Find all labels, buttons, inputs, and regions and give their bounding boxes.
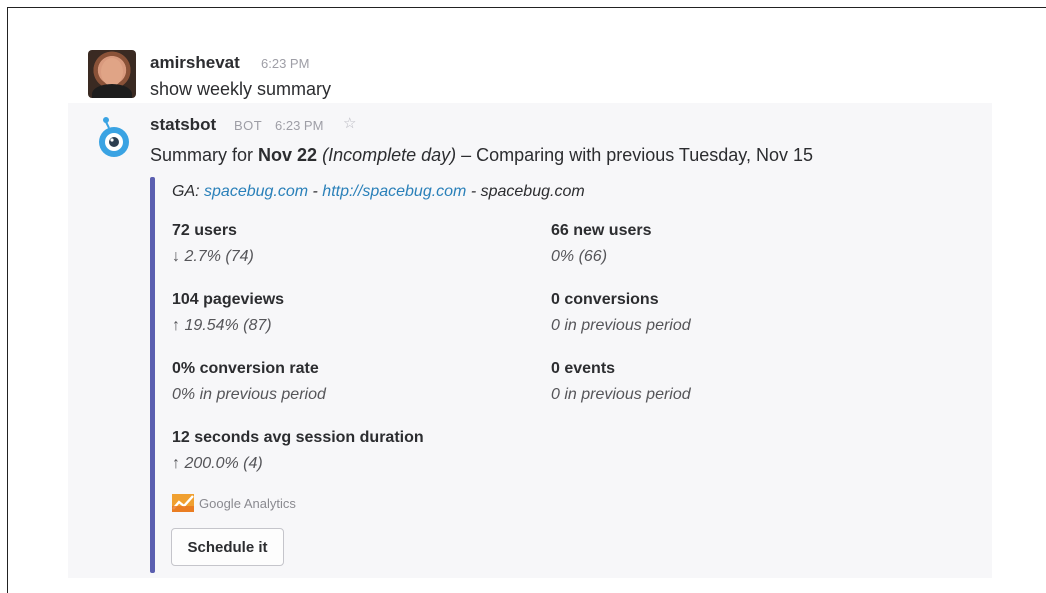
field-title: 0 conversions xyxy=(551,291,659,308)
user-message-text: show weekly summary xyxy=(150,79,332,99)
attachment-color-bar xyxy=(150,177,155,573)
field-title: 72 users xyxy=(172,222,237,239)
summary-date: Nov 22 xyxy=(258,145,318,165)
field-value: ↓ 2.7% (74) xyxy=(172,248,254,265)
field-pageviews: 104 pageviews ↑ 19.54% (87) xyxy=(172,291,284,335)
ga-prefix: GA: xyxy=(172,183,205,200)
google-analytics-icon xyxy=(172,494,194,512)
summary-prefix: Summary for xyxy=(150,145,259,165)
user-message-time[interactable]: 6:23 PM xyxy=(261,56,309,71)
field-title: 66 new users xyxy=(551,222,652,239)
separator: - xyxy=(466,183,481,200)
field-events: 0 events 0 in previous period xyxy=(551,360,691,404)
field-session-duration: 12 seconds avg session duration ↑ 200.0%… xyxy=(172,429,424,473)
ga-site-line: GA: spacebug.com - http://spacebug.com -… xyxy=(172,183,585,201)
field-title: 12 seconds avg session duration xyxy=(172,429,424,446)
bot-message-time[interactable]: 6:23 PM xyxy=(275,118,323,133)
separator: - xyxy=(308,183,323,200)
user-name[interactable]: amirshevat xyxy=(150,53,240,73)
bot-name[interactable]: statsbot xyxy=(150,115,216,135)
summary-suffix: – Comparing with previous Tuesday, Nov 1… xyxy=(456,145,813,165)
avatar-face xyxy=(101,58,123,86)
field-new-users: 66 new users 0% (66) xyxy=(551,222,652,266)
field-value: 0% in previous period xyxy=(172,386,326,403)
site-name: spacebug.com xyxy=(480,183,585,200)
schedule-it-button[interactable]: Schedule it xyxy=(171,528,284,566)
field-value: 0% (66) xyxy=(551,248,608,265)
footer-text: Google Analytics xyxy=(199,495,296,511)
star-icon[interactable]: ☆ xyxy=(343,114,356,132)
field-value: ↑ 19.54% (87) xyxy=(172,317,272,334)
field-value: 0 in previous period xyxy=(551,386,691,403)
field-title: 0% conversion rate xyxy=(172,360,319,377)
avatar-shirt xyxy=(92,84,132,98)
field-title: 104 pageviews xyxy=(172,291,285,308)
field-value: 0 in previous period xyxy=(551,317,691,334)
site-url-link[interactable]: http://spacebug.com xyxy=(322,183,466,200)
bot-badge: BOT xyxy=(234,118,263,133)
statsbot-avatar[interactable] xyxy=(95,116,133,158)
summary-text: Summary for Nov 22 (Incomplete day) – Co… xyxy=(150,145,813,166)
field-conversions: 0 conversions 0 in previous period xyxy=(551,291,691,335)
user-avatar[interactable] xyxy=(88,50,136,98)
field-users: 72 users ↓ 2.7% (74) xyxy=(172,222,254,266)
field-conversion-rate: 0% conversion rate 0% in previous period xyxy=(172,360,326,404)
site-link[interactable]: spacebug.com xyxy=(204,183,308,200)
attachment-footer: Google Analytics xyxy=(172,494,296,512)
field-value: ↑ 200.0% (4) xyxy=(172,455,263,472)
field-title: 0 events xyxy=(551,360,616,377)
summary-note: (Incomplete day) xyxy=(322,145,457,165)
